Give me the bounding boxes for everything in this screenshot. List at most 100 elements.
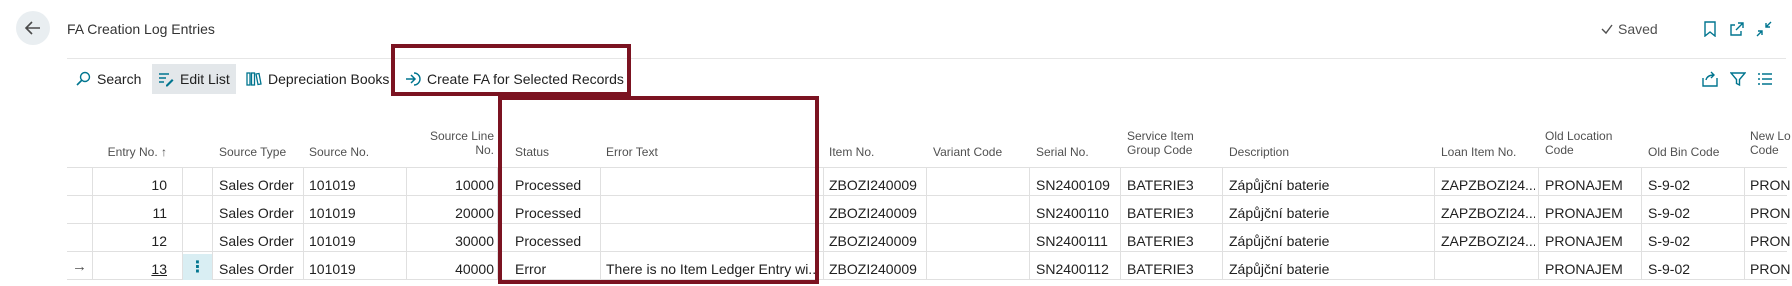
cell-serial-no: SN2400110 <box>1036 205 1109 221</box>
row-divider <box>67 279 1787 280</box>
cell-entry-no[interactable]: 12 <box>92 233 167 249</box>
cell-old-bin-code: S-9-02 <box>1648 205 1691 221</box>
depreciation-books-icon <box>246 72 262 86</box>
column-header-old-location-line1: Old Location <box>1545 129 1613 143</box>
toolbar-divider <box>67 58 1786 59</box>
column-header-old-location-code[interactable]: Old Location Code <box>1545 129 1612 157</box>
column-header-item-no[interactable]: Item No. <box>829 145 874 159</box>
column-header-source-no[interactable]: Source No. <box>309 145 369 159</box>
cell-service-item-group: BATERIE3 <box>1127 233 1194 249</box>
collapse-button[interactable] <box>1754 19 1774 39</box>
page-title: FA Creation Log Entries <box>67 21 215 37</box>
cell-service-item-group: BATERIE3 <box>1127 261 1194 277</box>
cell-loan-item-no: ZAPZBOZI24... <box>1441 177 1535 193</box>
collapse-icon <box>1756 21 1772 37</box>
column-divider <box>303 167 304 279</box>
column-divider <box>1222 167 1223 279</box>
cell-entry-no[interactable]: 10 <box>92 177 167 193</box>
open-new-window-button[interactable] <box>1727 19 1747 39</box>
cell-serial-no: SN2400111 <box>1036 233 1108 249</box>
cell-service-item-group: BATERIE3 <box>1127 177 1194 193</box>
cell-entry-no[interactable]: 13 <box>92 261 167 277</box>
edit-list-icon <box>159 73 174 87</box>
cell-description: Zápůjční baterie <box>1229 261 1330 277</box>
cell-source-no: 101019 <box>309 177 356 193</box>
cell-new-location: PRON <box>1750 177 1791 193</box>
column-header-new-location-code[interactable]: New Lo Code <box>1750 129 1792 157</box>
cell-old-bin-code: S-9-02 <box>1648 177 1691 193</box>
row-divider <box>67 251 1787 252</box>
row-divider <box>67 195 1787 196</box>
cell-new-location: PRON <box>1750 233 1791 249</box>
row-divider <box>67 223 1787 224</box>
cell-source-no: 101019 <box>309 233 356 249</box>
back-arrow-icon <box>24 21 40 35</box>
cell-source-type: Sales Order <box>219 177 294 193</box>
cell-description: Zápůjční baterie <box>1229 233 1330 249</box>
depreciation-books-button[interactable]: Depreciation Books <box>240 64 395 94</box>
sort-ascending-icon: ↑ <box>161 145 167 159</box>
column-divider <box>212 167 213 279</box>
cell-old-location: PRONAJEM <box>1545 233 1623 249</box>
filter-button[interactable] <box>1727 68 1749 90</box>
column-header-serial-no[interactable]: Serial No. <box>1036 145 1089 159</box>
row-menu-icon: ⋮ <box>189 259 206 276</box>
cell-source-no: 101019 <box>309 261 356 277</box>
search-button[interactable]: Search <box>69 64 147 94</box>
cell-new-location: PRON <box>1750 261 1791 277</box>
cell-serial-no: SN2400109 <box>1036 177 1110 193</box>
back-button[interactable] <box>16 11 50 45</box>
column-header-old-location-line2: Code <box>1545 143 1574 157</box>
column-divider <box>1120 167 1121 279</box>
share-button[interactable] <box>1699 68 1721 90</box>
cell-source-line-no: 20000 <box>455 205 494 221</box>
column-header-entry-no-label: Entry No. <box>107 145 158 159</box>
column-header-entry-no[interactable]: Entry No. ↑ <box>92 145 167 159</box>
column-header-description[interactable]: Description <box>1229 145 1289 159</box>
cell-source-line-no: 30000 <box>455 233 494 249</box>
column-header-source-line-no[interactable]: Source Line No. <box>400 129 494 157</box>
cell-entry-no[interactable]: 11 <box>92 205 167 221</box>
saved-label: Saved <box>1618 21 1658 37</box>
cell-source-type: Sales Order <box>219 233 294 249</box>
cell-description: Zápůjční baterie <box>1229 205 1330 221</box>
cell-old-location: PRONAJEM <box>1545 261 1623 277</box>
edit-list-label: Edit List <box>180 71 230 87</box>
open-new-window-icon <box>1730 22 1744 36</box>
search-label: Search <box>97 71 142 87</box>
list-view-button[interactable] <box>1754 68 1776 90</box>
column-header-new-location-line1: New Lo <box>1750 129 1791 143</box>
cell-loan-item-no: ZAPZBOZI24... <box>1441 233 1535 249</box>
column-divider <box>1744 167 1745 279</box>
cell-description: Zápůjční baterie <box>1229 177 1330 193</box>
column-divider <box>823 167 824 279</box>
row-actions-menu[interactable]: ⋮ <box>183 254 212 280</box>
saved-status: Saved <box>1600 21 1658 37</box>
cell-old-bin-code: S-9-02 <box>1648 233 1691 249</box>
column-header-service-item-group[interactable]: Service Item Group Code <box>1127 129 1194 157</box>
search-icon <box>76 71 91 86</box>
bookmark-icon <box>1704 21 1716 37</box>
column-header-variant-code[interactable]: Variant Code <box>933 145 1002 159</box>
column-header-source-line-no-line1: Source Line <box>429 129 494 143</box>
filter-icon <box>1730 72 1746 87</box>
cell-item-no: ZBOZI240009 <box>829 233 917 249</box>
column-header-source-line-no-line2: No. <box>475 143 494 157</box>
cell-item-no: ZBOZI240009 <box>829 261 917 277</box>
column-header-old-bin-code[interactable]: Old Bin Code <box>1648 145 1719 159</box>
cell-old-location: PRONAJEM <box>1545 205 1623 221</box>
column-divider <box>1538 167 1539 279</box>
cell-old-bin-code: S-9-02 <box>1648 261 1691 277</box>
column-header-source-type[interactable]: Source Type <box>219 145 286 159</box>
cell-loan-item-no: ZAPZBOZI24... <box>1441 205 1535 221</box>
cell-source-type: Sales Order <box>219 261 294 277</box>
edit-list-button[interactable]: Edit List <box>152 64 236 94</box>
column-divider <box>1434 167 1435 279</box>
current-row-arrow-icon: → <box>72 258 87 275</box>
column-header-loan-item-no[interactable]: Loan Item No. <box>1441 145 1516 159</box>
column-header-service-item-group-line1: Service Item <box>1127 129 1194 143</box>
bookmark-button[interactable] <box>1700 19 1720 39</box>
highlight-box-create-fa <box>391 44 631 96</box>
cell-service-item-group: BATERIE3 <box>1127 205 1194 221</box>
column-header-new-location-line2: Code <box>1750 143 1779 157</box>
